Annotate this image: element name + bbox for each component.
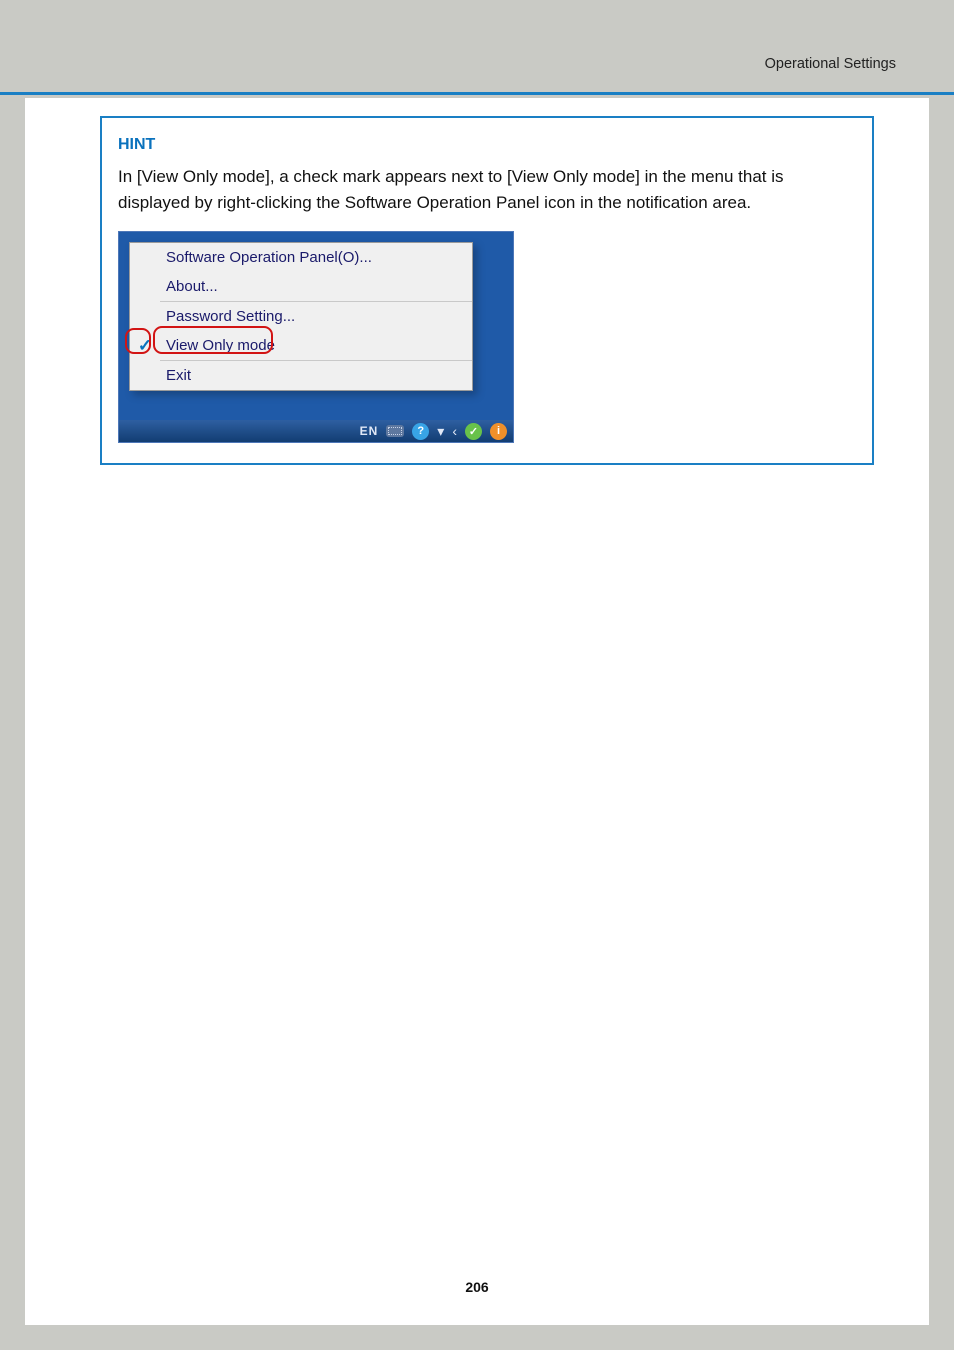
- keyboard-icon[interactable]: [386, 425, 404, 437]
- notification-area: EN ? ▾ ‹ ✓ i: [119, 420, 513, 442]
- check-icon: ✓: [138, 336, 152, 356]
- menu-item-exit[interactable]: Exit: [130, 361, 472, 390]
- chevron-left-icon[interactable]: ‹: [452, 423, 457, 439]
- menu-item-label: Password Setting...: [160, 308, 295, 325]
- page-number: 206: [25, 1279, 929, 1295]
- help-icon[interactable]: ?: [412, 423, 429, 440]
- menu-item-label: Exit: [160, 367, 191, 384]
- info-icon[interactable]: i: [490, 423, 507, 440]
- context-menu-screenshot: Software Operation Panel(O)... About... …: [118, 231, 514, 443]
- hint-body-text: In [View Only mode], a check mark appear…: [118, 164, 856, 215]
- context-menu: Software Operation Panel(O)... About... …: [129, 242, 473, 391]
- menu-item-password-setting[interactable]: Password Setting...: [130, 302, 472, 331]
- tray-overflow-icon[interactable]: ▾: [437, 423, 444, 440]
- menu-item-label: View Only mode: [160, 337, 275, 354]
- hint-box: HINT In [View Only mode], a check mark a…: [100, 116, 874, 465]
- menu-item-label: About...: [160, 278, 218, 295]
- breadcrumb: Operational Settings: [765, 56, 896, 72]
- menu-item-about[interactable]: About...: [130, 272, 472, 301]
- hint-title: HINT: [118, 136, 856, 154]
- menu-item-label: Software Operation Panel(O)...: [160, 249, 372, 266]
- menu-item-software-operation-panel[interactable]: Software Operation Panel(O)...: [130, 243, 472, 272]
- menu-check-slot: ✓: [130, 336, 160, 356]
- shield-icon[interactable]: ✓: [465, 423, 482, 440]
- menu-item-view-only-mode[interactable]: ✓ View Only mode: [130, 331, 472, 360]
- tray-language-indicator[interactable]: EN: [360, 424, 379, 438]
